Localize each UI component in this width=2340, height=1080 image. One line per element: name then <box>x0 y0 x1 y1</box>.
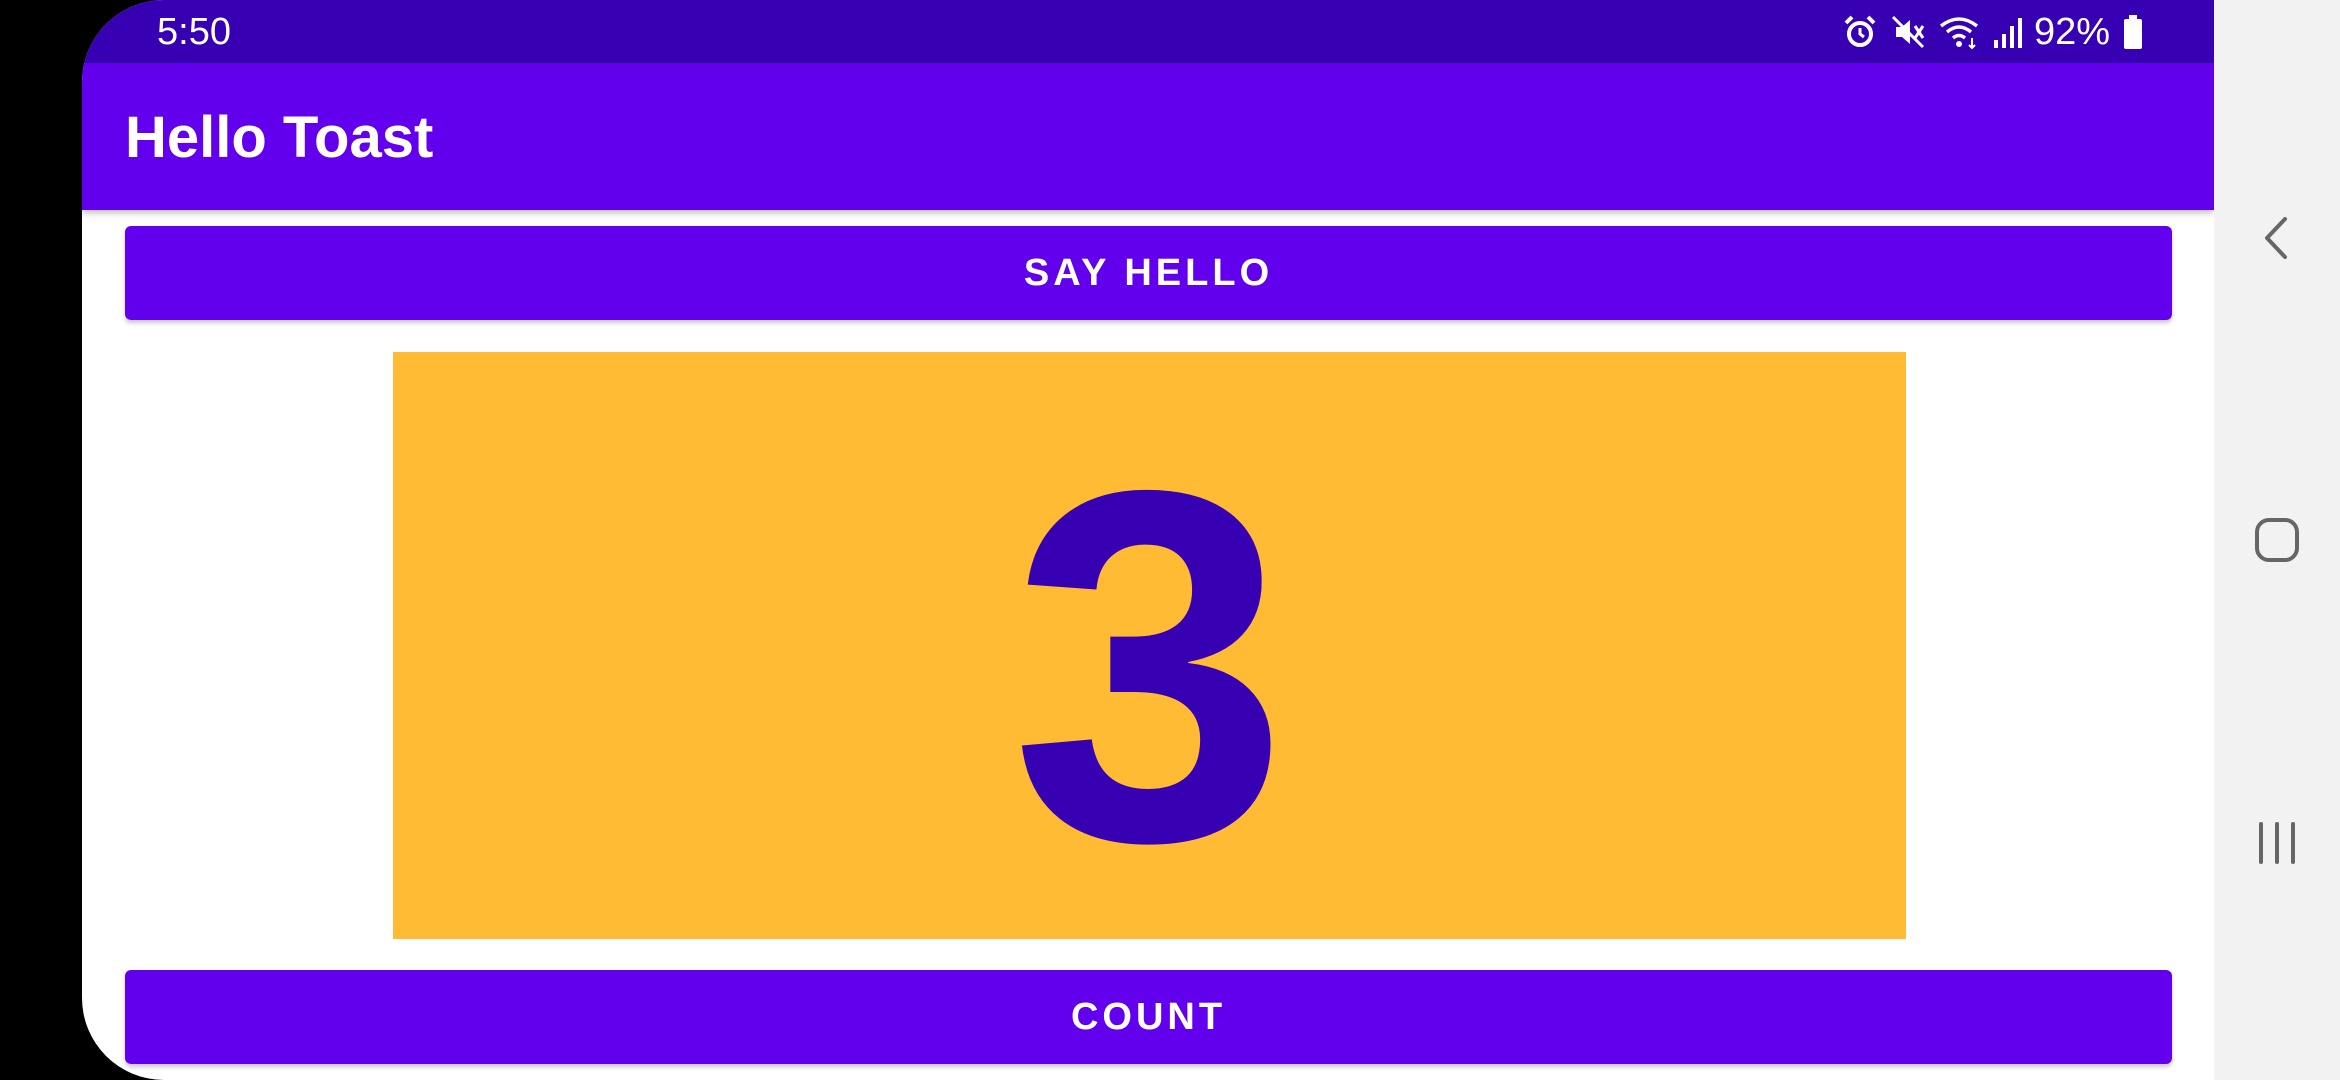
back-icon <box>2257 213 2297 268</box>
navigation-bar <box>2214 0 2340 1080</box>
status-bar: 5:50 92% <box>82 0 2214 63</box>
count-display: 3 <box>393 352 1906 939</box>
battery-icon <box>2122 14 2144 50</box>
signal-icon <box>1992 14 2022 50</box>
recents-icon <box>2255 818 2299 873</box>
home-icon <box>2252 515 2302 570</box>
wifi-icon <box>1938 14 1980 50</box>
home-button[interactable] <box>2214 479 2340 605</box>
mute-icon <box>1890 14 1926 50</box>
app-bar: Hello Toast <box>82 63 2214 210</box>
alarm-icon <box>1842 14 1878 50</box>
app-title: Hello Toast <box>125 105 434 170</box>
say-hello-button[interactable]: SAY HELLO <box>125 226 2172 320</box>
battery-percent: 92% <box>2033 11 2110 53</box>
status-time: 5:50 <box>157 11 231 53</box>
count-value: 3 <box>1010 385 1289 945</box>
status-icons: 92% <box>1842 10 2144 54</box>
back-button[interactable] <box>2214 177 2340 303</box>
app-screen: 5:50 92% Hello Toast SAY HELLO 3 COUNT <box>82 0 2214 1080</box>
count-button[interactable]: COUNT <box>125 970 2172 1064</box>
recents-button[interactable] <box>2214 782 2340 908</box>
